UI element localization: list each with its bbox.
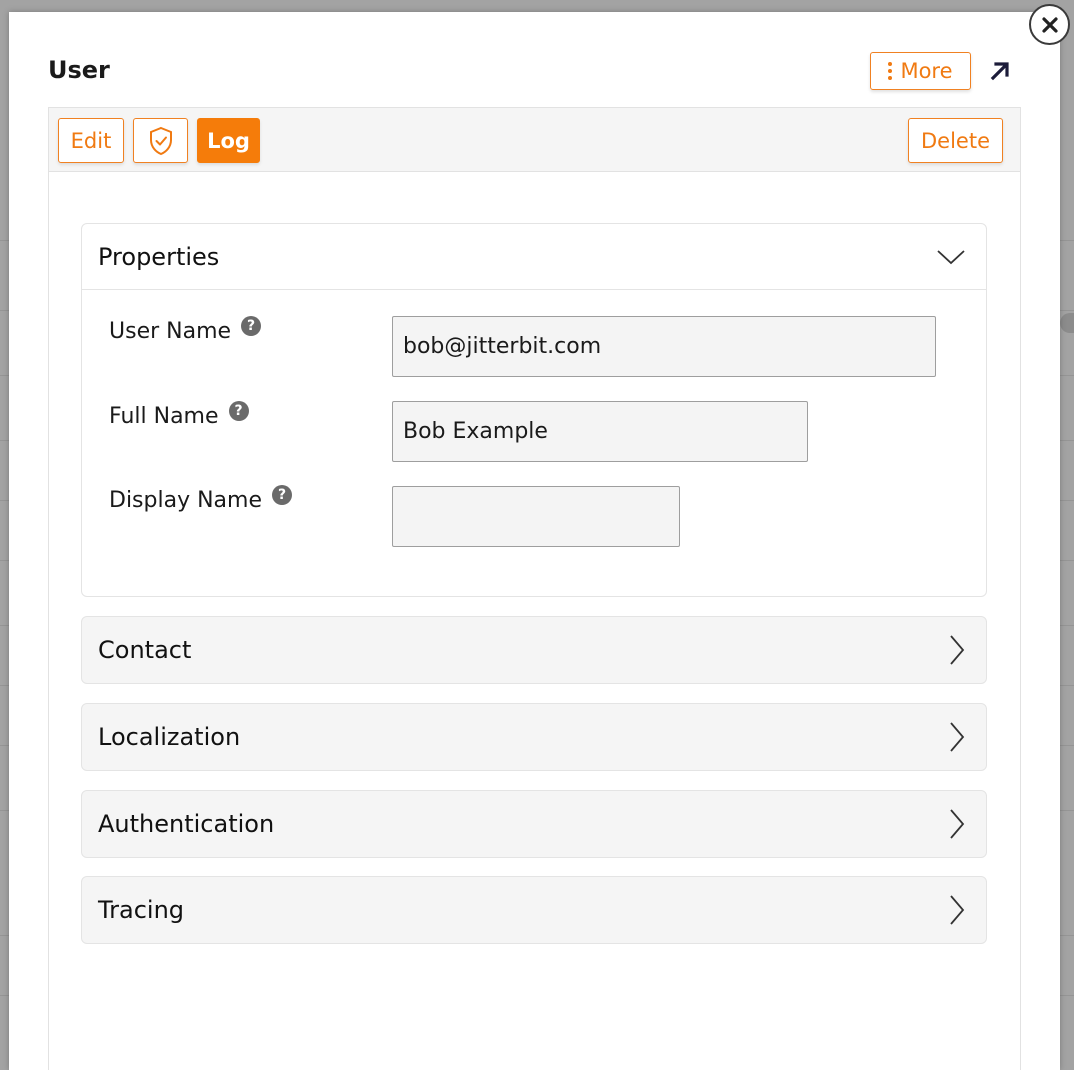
section-title: Localization [98,723,241,751]
more-button-label: More [900,59,953,83]
bg-help-icon [1060,313,1074,333]
field-label: User Name [109,319,232,344]
tracing-header[interactable]: Tracing [82,877,986,943]
chevron-right-icon [950,809,965,839]
chevron-right-icon [950,722,965,752]
user-name-label-row: User Name ? [109,315,262,344]
more-button[interactable]: More [870,52,971,90]
section-title: Tracing [98,896,185,924]
expand-arrow-icon[interactable] [987,58,1013,84]
modal-title: User [48,56,110,84]
authentication-section[interactable]: Authentication [81,790,987,858]
chevron-down-icon [937,249,965,264]
authentication-header[interactable]: Authentication [82,791,986,857]
shield-check-icon [149,126,172,155]
close-button[interactable] [1029,4,1070,45]
full-name-input[interactable]: Bob Example [392,401,808,462]
section-title: Properties [98,242,220,271]
user-name-input[interactable]: bob@jitterbit.com [392,316,936,377]
localization-section[interactable]: Localization [81,703,987,771]
log-button[interactable]: Log [197,118,260,163]
contact-section[interactable]: Contact [81,616,987,684]
tracing-section[interactable]: Tracing [81,876,987,944]
display-name-label-row: Display Name ? [109,484,292,513]
delete-button[interactable]: Delete [908,118,1003,163]
localization-header[interactable]: Localization [82,704,986,770]
user-detail-panel: Edit Log Delete Properties User Name ? b… [48,107,1021,1070]
toolbar: Edit Log Delete [49,108,1020,172]
field-label: Full Name [109,404,219,429]
chevron-right-icon [950,895,965,925]
section-title: Authentication [98,810,275,838]
section-title: Contact [98,636,192,664]
properties-section: Properties User Name ? bob@jitterbit.com… [81,223,987,597]
contact-header[interactable]: Contact [82,617,986,683]
properties-header[interactable]: Properties [82,224,986,290]
help-icon[interactable]: ? [228,400,249,421]
help-icon[interactable]: ? [272,484,292,505]
help-icon[interactable]: ? [241,315,262,336]
chevron-right-icon [950,635,965,665]
permissions-button[interactable] [133,118,188,163]
display-name-input[interactable] [392,486,680,547]
user-modal: User More Edit Log Delete Properties Use… [9,12,1060,1070]
edit-button[interactable]: Edit [58,118,124,163]
close-icon [1041,16,1058,33]
field-label: Display Name [109,488,262,513]
full-name-label-row: Full Name ? [109,400,249,429]
more-vertical-icon [888,62,893,80]
